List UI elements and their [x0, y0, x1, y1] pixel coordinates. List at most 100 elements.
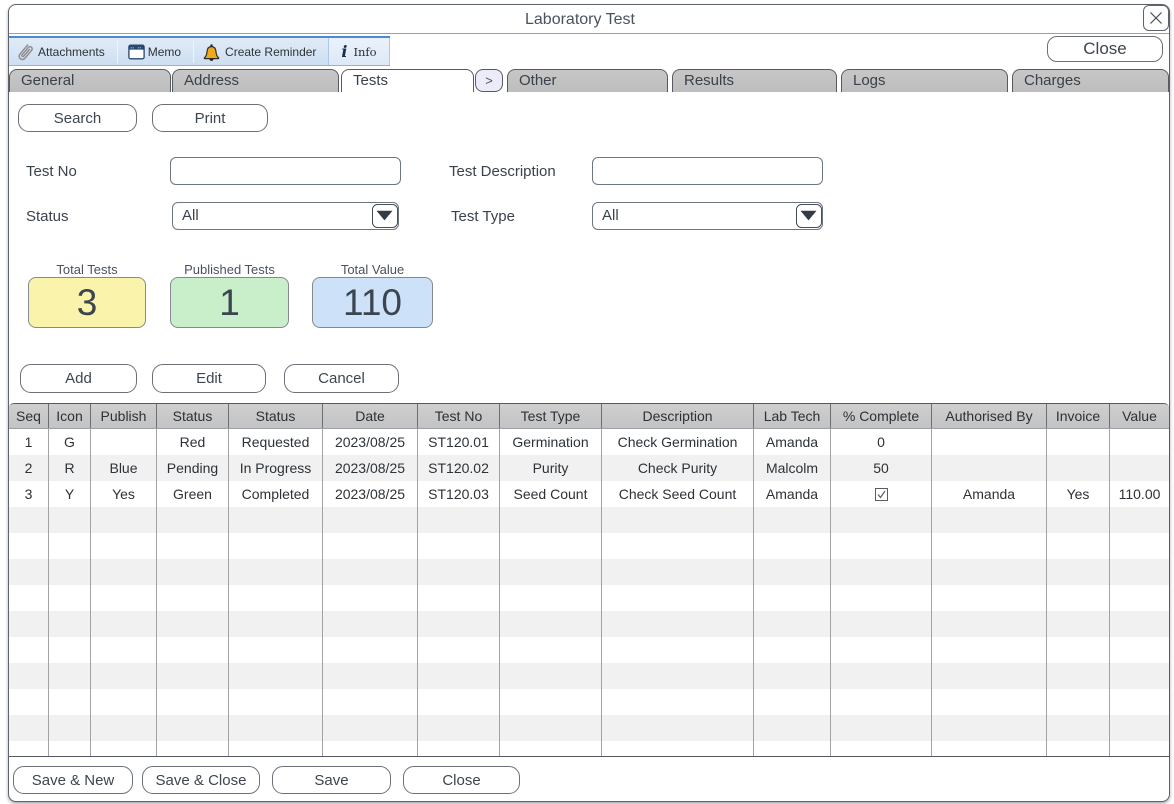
cell-status — [157, 663, 229, 689]
cell-description[interactable]: Check Seed Count — [602, 481, 754, 507]
cell-test-no[interactable]: ST120.03 — [418, 481, 500, 507]
cell-publish — [91, 507, 157, 533]
cell--complete — [831, 507, 932, 533]
cell-publish[interactable]: Yes — [91, 481, 157, 507]
status-dropdown-button[interactable] — [372, 204, 398, 229]
search-button[interactable]: Search — [18, 104, 137, 132]
cell-status[interactable]: Green — [157, 481, 229, 507]
cell-lab-tech[interactable]: Malcolm — [754, 455, 831, 481]
cell-test-no — [418, 715, 500, 741]
cell-date[interactable]: 2023/08/25 — [323, 455, 418, 481]
test-no-input[interactable] — [170, 157, 401, 185]
cell-authorised-by[interactable] — [932, 455, 1047, 481]
close-button-top[interactable]: Close — [1047, 36, 1163, 62]
cell-seq[interactable]: 2 — [9, 455, 49, 481]
tab-scroll-button[interactable]: > — [475, 69, 503, 92]
cell-test-type — [500, 507, 602, 533]
cell-icon[interactable]: G — [49, 429, 91, 455]
cell-invoice[interactable]: Yes — [1047, 481, 1110, 507]
cell-description[interactable]: Check Purity — [602, 455, 754, 481]
cell-value[interactable] — [1110, 455, 1169, 481]
cell-publish — [91, 585, 157, 611]
cell-publish[interactable]: Blue — [91, 455, 157, 481]
cell-date[interactable]: 2023/08/25 — [323, 429, 418, 455]
cell-status — [157, 715, 229, 741]
cell-lab-tech[interactable]: Amanda — [754, 481, 831, 507]
close-button-bottom[interactable]: Close — [403, 766, 520, 794]
cell-authorised-by[interactable] — [932, 429, 1047, 455]
cell-description — [602, 741, 754, 757]
cancel-button[interactable]: Cancel — [284, 364, 399, 393]
cell-lab-tech[interactable]: Amanda — [754, 429, 831, 455]
total-tests-box: 3 — [28, 277, 146, 328]
add-button[interactable]: Add — [20, 364, 137, 393]
cell-icon[interactable]: Y — [49, 481, 91, 507]
published-tests-label: Published Tests — [170, 262, 289, 277]
complete-checkbox[interactable] — [875, 488, 888, 501]
cell-authorised-by[interactable]: Amanda — [932, 481, 1047, 507]
cell-test-type[interactable]: Germination — [500, 429, 602, 455]
tab-results[interactable]: Results — [672, 69, 837, 92]
tab-charges[interactable]: Charges — [1012, 69, 1169, 92]
published-tests-box: 1 — [170, 277, 289, 328]
tab-logs[interactable]: Logs — [841, 69, 1008, 92]
save-close-button[interactable]: Save & Close — [142, 766, 260, 794]
cell-icon — [49, 741, 91, 757]
memo-label: Memo — [148, 45, 181, 59]
cell-value[interactable] — [1110, 429, 1169, 455]
info-button[interactable]: i Info — [328, 38, 390, 65]
tab-general[interactable]: General — [9, 69, 171, 92]
cell-status[interactable]: Pending — [157, 455, 229, 481]
total-tests-value: 3 — [77, 282, 98, 324]
window-close-button[interactable] — [1143, 5, 1169, 31]
memo-button[interactable]: Memo — [118, 38, 193, 65]
save-button[interactable]: Save — [272, 766, 391, 794]
tab-other[interactable]: Other — [507, 69, 668, 92]
cell-status — [157, 559, 229, 585]
table-row[interactable]: 3YYesGreenCompleted2023/08/25ST120.03See… — [9, 481, 1169, 507]
window-title: Laboratory Test — [9, 5, 1169, 34]
table-row[interactable]: 1G RedRequested2023/08/25ST120.01Germinat… — [9, 429, 1169, 455]
cell--complete[interactable]: 50 — [831, 455, 932, 481]
cell-publish[interactable] — [91, 429, 157, 455]
cell-invoice[interactable] — [1047, 429, 1110, 455]
table-row[interactable]: 2RBluePendingIn Progress2023/08/25ST120.… — [9, 455, 1169, 481]
tab-address[interactable]: Address — [172, 69, 339, 92]
cell-seq[interactable]: 3 — [9, 481, 49, 507]
test-type-select[interactable]: All — [592, 202, 823, 230]
cell-status[interactable]: Completed — [229, 481, 323, 507]
cell-authorised-by — [932, 533, 1047, 559]
cell--complete[interactable]: 0 — [831, 429, 932, 455]
cell--complete — [831, 585, 932, 611]
cell-publish — [91, 533, 157, 559]
test-description-input[interactable] — [592, 157, 823, 185]
cell-lab-tech — [754, 715, 831, 741]
print-button[interactable]: Print — [152, 104, 268, 132]
column-header: Date — [323, 404, 418, 428]
cell-value[interactable]: 110.00 — [1110, 481, 1169, 507]
cell-test-type[interactable]: Seed Count — [500, 481, 602, 507]
cell-authorised-by — [932, 611, 1047, 637]
cell-test-type[interactable]: Purity — [500, 455, 602, 481]
edit-button[interactable]: Edit — [152, 364, 266, 393]
tab-tests[interactable]: Tests — [341, 69, 474, 92]
cell-status[interactable]: Red — [157, 429, 229, 455]
cell-status[interactable]: In Progress — [229, 455, 323, 481]
test-type-dropdown-button[interactable] — [796, 204, 822, 229]
cell-seq[interactable]: 1 — [9, 429, 49, 455]
cell-status — [229, 663, 323, 689]
attachments-button[interactable]: Attachments — [9, 38, 117, 65]
save-new-button[interactable]: Save & New — [13, 766, 133, 794]
cell-date[interactable]: 2023/08/25 — [323, 481, 418, 507]
cell-description — [602, 585, 754, 611]
cell-icon[interactable]: R — [49, 455, 91, 481]
cell-test-no[interactable]: ST120.02 — [418, 455, 500, 481]
cell-description[interactable]: Check Germination — [602, 429, 754, 455]
cell-test-no — [418, 559, 500, 585]
status-select[interactable]: All — [172, 202, 399, 230]
create-reminder-button[interactable]: Create Reminder — [194, 38, 324, 65]
cell-invoice[interactable] — [1047, 455, 1110, 481]
cell-test-no[interactable]: ST120.01 — [418, 429, 500, 455]
cell--complete[interactable] — [831, 481, 932, 507]
cell-status[interactable]: Requested — [229, 429, 323, 455]
